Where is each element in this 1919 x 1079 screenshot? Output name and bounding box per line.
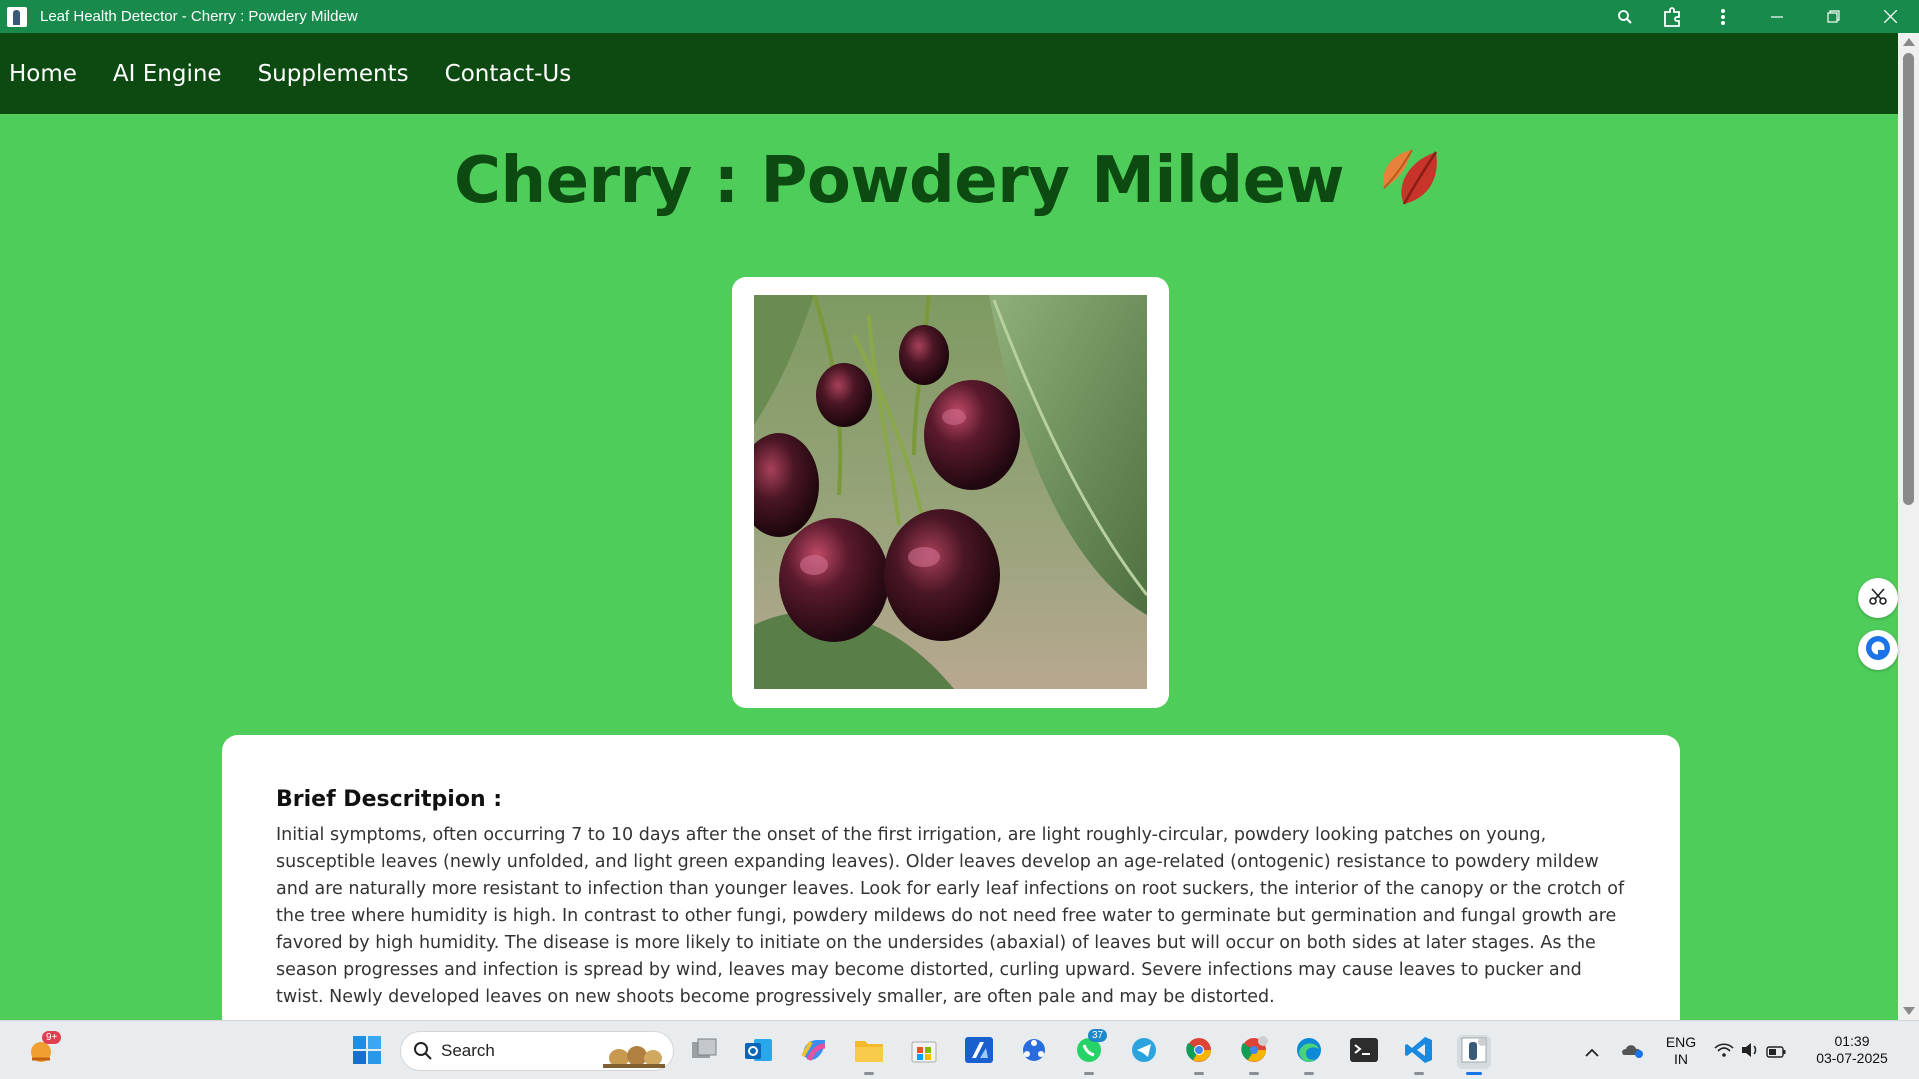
active-app-indicator [1249, 1072, 1259, 1075]
folder-icon [854, 1037, 884, 1067]
main-navbar: Home AI Engine Supplements Contact-Us [0, 33, 1898, 114]
plant-image-card [732, 277, 1169, 708]
windows-start-icon [352, 1035, 382, 1069]
taskbar-app-terminal[interactable] [1347, 1035, 1381, 1069]
outlook-icon [744, 1036, 774, 1068]
extensions-icon[interactable] [1649, 0, 1697, 33]
volume-icon [1740, 1042, 1760, 1062]
taskbar-app-edge[interactable] [1292, 1035, 1326, 1075]
whatsapp-badge: 37 [1088, 1029, 1108, 1042]
description-card: Brief Descritpion : Initial symptoms, of… [222, 735, 1680, 1055]
widget-badge: 9+ [42, 1031, 62, 1044]
taskbar-app-azure[interactable] [962, 1035, 996, 1069]
search-label: Search [441, 1041, 495, 1060]
description-title: Brief Descritpion : [276, 787, 503, 812]
taskbar-search[interactable]: Search [400, 1031, 674, 1071]
taskbar-app-network[interactable] [1017, 1035, 1051, 1069]
menu-dots-icon[interactable] [1697, 0, 1748, 33]
active-app-indicator [1304, 1072, 1314, 1075]
scrollbar-thumb[interactable] [1903, 53, 1914, 505]
edge-icon [1294, 1035, 1324, 1069]
zoom-icon[interactable] [1601, 0, 1649, 33]
chat-button[interactable] [1858, 630, 1898, 670]
active-app-indicator [1466, 1072, 1482, 1075]
nav-contact-us[interactable]: Contact-Us [445, 61, 572, 87]
language-region: IN [1674, 1051, 1688, 1067]
taskbar-app-store[interactable] [907, 1035, 941, 1069]
wifi-icon [1714, 1042, 1734, 1062]
vscode-icon [1404, 1035, 1434, 1069]
scissors-button[interactable] [1858, 578, 1898, 618]
chrome-icon [1184, 1035, 1214, 1069]
chat-icon [1864, 634, 1892, 666]
clock-date: 03-07-2025 [1816, 1050, 1888, 1066]
telegram-icon [1129, 1035, 1159, 1069]
onedrive-button[interactable] [1616, 1035, 1650, 1069]
close-icon[interactable] [1862, 0, 1919, 33]
cherry-photo [754, 295, 1147, 689]
active-app-indicator [1414, 1072, 1424, 1075]
chevron-up-icon [1585, 1043, 1599, 1062]
active-app-indicator [864, 1072, 874, 1075]
window-titlebar: Leaf Health Detector - Cherry : Powdery … [0, 0, 1919, 33]
taskbar: 9+ Search 37 ENG IN 01:39 03-07-2025 [0, 1020, 1919, 1079]
scissors-icon [1868, 586, 1888, 610]
language-code: ENG [1665, 1034, 1697, 1050]
taskbar-app-copilot[interactable] [797, 1035, 831, 1069]
clock[interactable]: 01:39 03-07-2025 [1810, 1033, 1894, 1067]
page-title: Cherry : Powdery Mildew [0, 140, 1898, 218]
taskbar-app-taskview[interactable] [687, 1035, 721, 1069]
titlebar-controls [1601, 0, 1919, 33]
active-app-indicator [1194, 1072, 1204, 1075]
azure-icon [964, 1036, 994, 1068]
network-app-icon [1019, 1036, 1049, 1068]
maximize-icon[interactable] [1805, 0, 1862, 33]
taskbar-app-leaf-detector[interactable] [1457, 1035, 1491, 1075]
terminal-icon [1349, 1037, 1379, 1067]
leaf-detector-app-icon [1460, 1036, 1488, 1068]
nav-ai-engine[interactable]: AI Engine [113, 61, 222, 87]
nav-supplements[interactable]: Supplements [258, 61, 409, 87]
widgets-button[interactable]: 9+ [24, 1031, 62, 1069]
copilot-icon [799, 1036, 829, 1068]
falling-leaf-icon [1374, 140, 1444, 210]
chrome-profile-icon [1239, 1035, 1269, 1069]
store-icon [910, 1036, 938, 1068]
quick-settings-button[interactable] [1712, 1035, 1788, 1069]
taskbar-app-whatsapp[interactable]: 37 [1072, 1029, 1108, 1075]
scroll-up-icon[interactable] [1903, 38, 1915, 46]
page-title-text: Cherry : Powdery Mildew [454, 144, 1345, 218]
taskbar-app-file-explorer[interactable] [852, 1035, 886, 1075]
app-icon [7, 6, 27, 27]
window-title: Leaf Health Detector - Cherry : Powdery … [40, 8, 358, 25]
task-view-icon [690, 1038, 718, 1066]
description-text: Initial symptoms, often occurring 7 to 1… [276, 825, 1625, 1007]
taskbar-app-chrome-2[interactable] [1237, 1035, 1271, 1075]
search-icon [413, 1041, 433, 1061]
page-scrollbar[interactable] [1898, 33, 1919, 1020]
search-highlight-icon [603, 1036, 665, 1072]
input-language-indicator[interactable]: ENG IN [1660, 1034, 1702, 1068]
taskbar-app-outlook[interactable] [742, 1035, 776, 1069]
taskbar-app-telegram[interactable] [1127, 1035, 1161, 1069]
onedrive-icon [1621, 1041, 1645, 1063]
taskbar-app-vscode[interactable] [1402, 1035, 1436, 1075]
scroll-down-icon[interactable] [1903, 1007, 1915, 1015]
active-app-indicator [1084, 1072, 1094, 1075]
minimize-icon[interactable] [1748, 0, 1805, 33]
clock-time: 01:39 [1834, 1033, 1870, 1049]
taskbar-app-chrome-1[interactable] [1182, 1035, 1216, 1075]
start-button[interactable] [350, 1035, 384, 1069]
nav-home[interactable]: Home [9, 61, 77, 87]
battery-icon [1766, 1043, 1786, 1062]
show-hidden-icons-button[interactable] [1575, 1035, 1609, 1069]
